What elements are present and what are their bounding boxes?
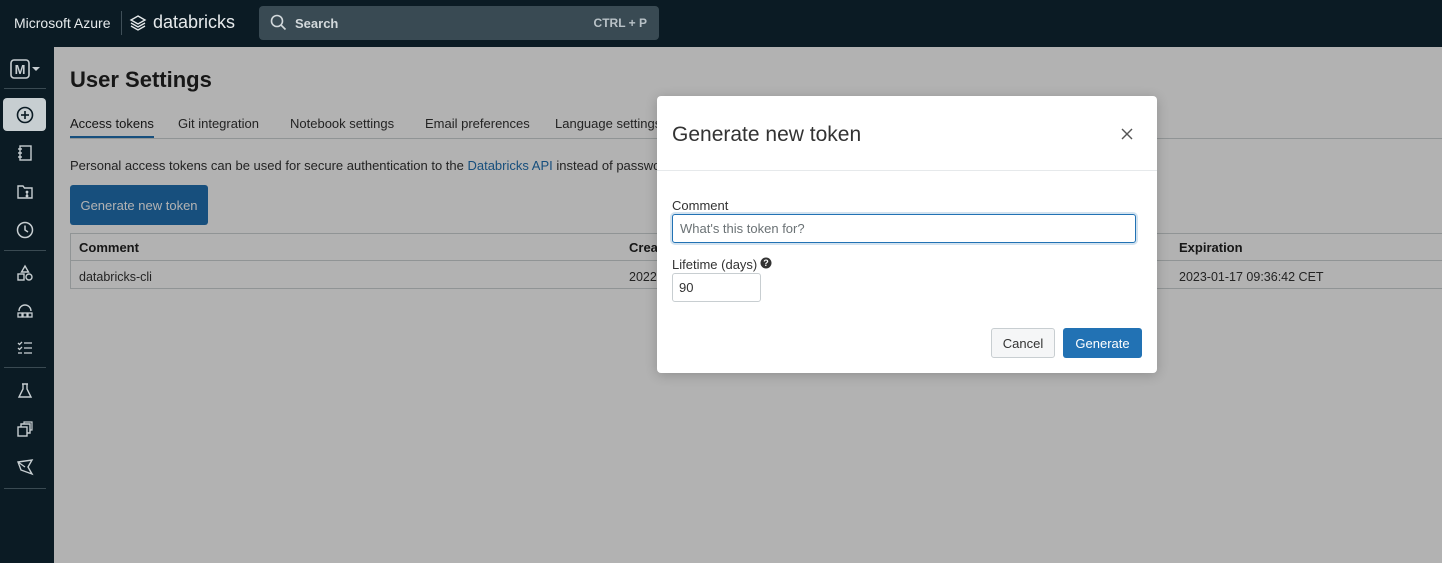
generate-token-dialog: Generate new token Comment Lifetime (day… bbox=[657, 96, 1157, 373]
sidebar-divider bbox=[4, 367, 46, 368]
marketplace-icon bbox=[16, 458, 34, 475]
sidebar-divider bbox=[4, 250, 46, 251]
sidebar: M bbox=[0, 47, 54, 563]
close-icon[interactable] bbox=[1119, 126, 1135, 142]
top-bar: Microsoft Azure databricks Search CTRL +… bbox=[0, 0, 1442, 47]
help-icon[interactable]: ? bbox=[760, 257, 772, 269]
search-label: Search bbox=[295, 16, 339, 31]
search-icon bbox=[270, 14, 287, 31]
databricks-logo[interactable]: databricks bbox=[129, 12, 235, 33]
generate-button[interactable]: Generate bbox=[1063, 328, 1142, 358]
workspace-switcher[interactable]: M bbox=[3, 52, 46, 85]
sidebar-item-models[interactable] bbox=[3, 412, 46, 445]
azure-brand-label[interactable]: Microsoft Azure bbox=[14, 15, 110, 31]
sidebar-item-history[interactable] bbox=[3, 213, 46, 246]
cancel-button[interactable]: Cancel bbox=[991, 328, 1055, 358]
repos-icon bbox=[16, 184, 33, 199]
dialog-divider bbox=[657, 170, 1157, 171]
sidebar-divider bbox=[4, 488, 46, 489]
models-icon bbox=[16, 420, 33, 437]
compute-icon bbox=[16, 303, 33, 318]
history-icon bbox=[16, 221, 33, 238]
search-shortcut: CTRL + P bbox=[593, 16, 647, 30]
sidebar-item-repos[interactable] bbox=[3, 175, 46, 208]
comment-input[interactable] bbox=[672, 214, 1136, 243]
dialog-title: Generate new token bbox=[672, 123, 862, 146]
notebook-icon bbox=[17, 144, 32, 161]
data-icon bbox=[16, 264, 33, 281]
sidebar-item-data[interactable] bbox=[3, 256, 46, 289]
sidebar-item-compute[interactable] bbox=[3, 294, 46, 327]
databricks-stack-icon bbox=[129, 14, 147, 31]
brand-divider bbox=[121, 11, 122, 35]
sidebar-divider bbox=[4, 88, 46, 89]
workflows-icon bbox=[17, 341, 32, 354]
search-bar[interactable]: Search CTRL + P bbox=[259, 6, 659, 40]
workspace-letter-icon: M bbox=[9, 58, 40, 79]
lifetime-input[interactable] bbox=[672, 273, 761, 302]
comment-label: Comment bbox=[672, 198, 729, 213]
databricks-brand-label: databricks bbox=[153, 12, 236, 32]
sidebar-item-create[interactable] bbox=[3, 98, 46, 131]
sidebar-item-marketplace[interactable] bbox=[3, 450, 46, 483]
svg-text:?: ? bbox=[763, 258, 769, 268]
lifetime-label: Lifetime (days) bbox=[672, 257, 758, 272]
sidebar-item-notebook[interactable] bbox=[3, 136, 46, 169]
create-icon bbox=[16, 106, 33, 123]
sidebar-item-experiments[interactable] bbox=[3, 374, 46, 407]
workspace-letter: M bbox=[14, 62, 25, 77]
sidebar-item-workflows[interactable] bbox=[3, 331, 46, 364]
experiments-icon bbox=[17, 382, 32, 398]
